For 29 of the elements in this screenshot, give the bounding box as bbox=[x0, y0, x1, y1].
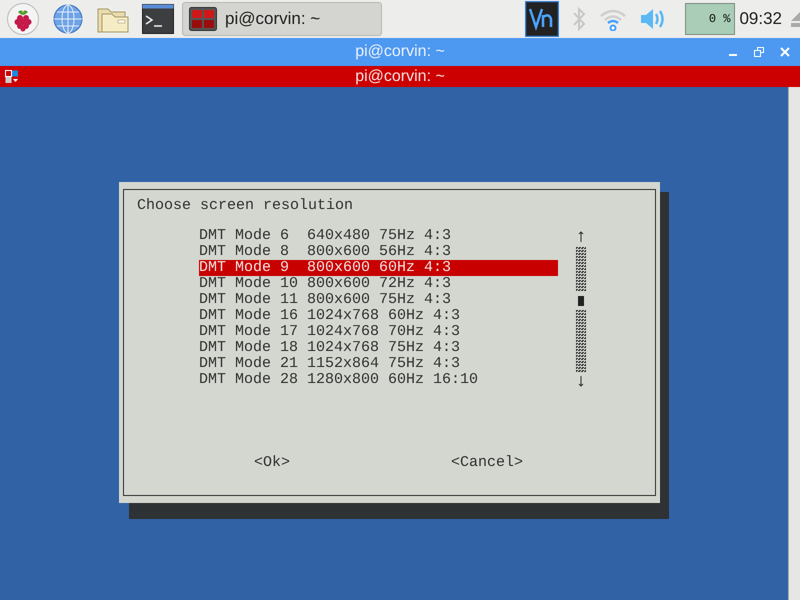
window-title: pi@corvin: ~ bbox=[355, 43, 445, 61]
dialog-title: Choose screen resolution bbox=[137, 198, 354, 214]
resolution-option[interactable]: DMT Mode 18 1024x768 75Hz 4:3 bbox=[199, 340, 558, 356]
resolution-option[interactable]: DMT Mode 10 800x600 72Hz 4:3 bbox=[199, 276, 558, 292]
terminal-scrollbar[interactable] bbox=[788, 87, 800, 600]
resolution-option[interactable]: DMT Mode 21 1152x864 75Hz 4:3 bbox=[199, 356, 558, 372]
window-menu-icon[interactable] bbox=[5, 70, 19, 84]
terminal-icon[interactable] bbox=[142, 4, 174, 34]
raspberry-icon[interactable] bbox=[6, 2, 40, 36]
resolution-option[interactable]: DMT Mode 28 1280x800 60Hz 16:10 bbox=[199, 372, 558, 388]
taskbar-window-button[interactable]: pi@corvin: ~ bbox=[182, 2, 382, 36]
globe-icon[interactable] bbox=[52, 3, 84, 35]
terminal-window-icon bbox=[189, 7, 217, 31]
vnc-icon[interactable] bbox=[525, 1, 560, 37]
wifi-icon[interactable] bbox=[599, 7, 628, 31]
resolution-option[interactable]: DMT Mode 16 1024x768 60Hz 4:3 bbox=[199, 308, 558, 324]
resolution-option[interactable]: DMT Mode 6 640x480 75Hz 4:3 bbox=[199, 228, 558, 244]
list-scrollbar[interactable] bbox=[575, 230, 587, 388]
close-icon[interactable] bbox=[780, 47, 790, 57]
clock[interactable]: 09:32 bbox=[739, 9, 782, 29]
resolution-option[interactable]: DMT Mode 11 800x600 75Hz 4:3 bbox=[199, 292, 558, 308]
cpu-monitor[interactable]: 0 % bbox=[685, 3, 736, 35]
resolution-option[interactable]: DMT Mode 17 1024x768 70Hz 4:3 bbox=[199, 324, 558, 340]
resolution-option[interactable]: DMT Mode 8 800x600 56Hz 4:3 bbox=[199, 244, 558, 260]
dialog-button[interactable]: <Ok> bbox=[254, 455, 290, 471]
restore-icon[interactable] bbox=[754, 47, 764, 57]
resolution-option[interactable]: DMT Mode 9 800x600 60Hz 4:3 bbox=[199, 260, 558, 276]
dialog-button[interactable]: <Cancel> bbox=[451, 455, 524, 471]
terminal-title: pi@corvin: ~ bbox=[354, 68, 446, 86]
